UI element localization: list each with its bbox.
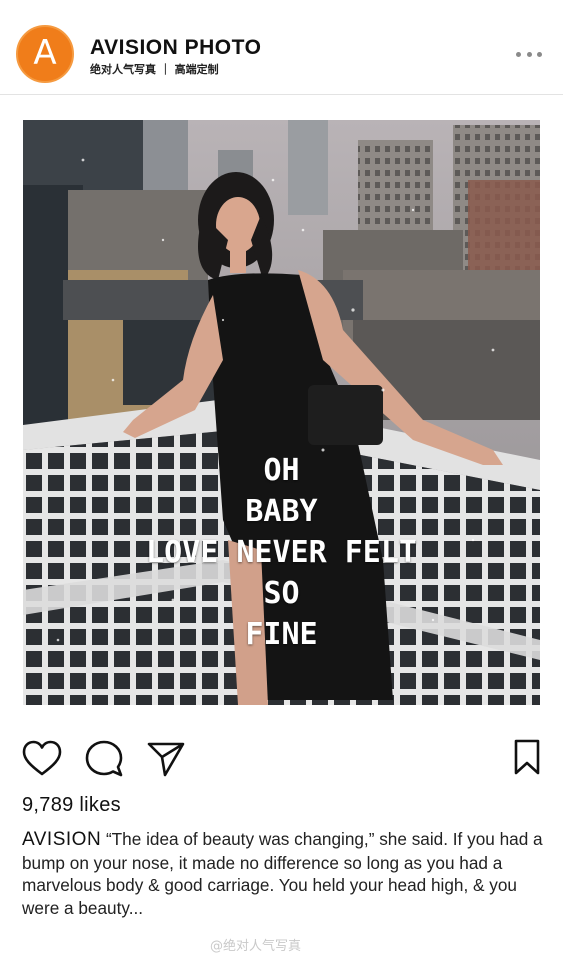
post-photo[interactable]: OH BABY LOVE NEVER FELT SO FINE: [23, 120, 540, 705]
account-name[interactable]: AVISION PHOTO: [90, 36, 261, 60]
overlay-line: BABY: [245, 494, 318, 529]
bookmark-icon[interactable]: [512, 739, 542, 775]
comment-bubble-icon[interactable]: [85, 740, 123, 778]
avatar-letter: A: [33, 33, 57, 73]
post-header: A AVISION PHOTO 绝对人气写真 ｜ 高端定制: [0, 0, 563, 95]
account-subtitle: 绝对人气写真 ｜ 高端定制: [90, 63, 219, 76]
likes-count[interactable]: 9,789 likes: [22, 794, 121, 817]
overlay-line: SO: [263, 576, 300, 611]
watermark: @绝对人气写真: [210, 939, 302, 954]
caption-text: “The idea of beauty was changing,” she s…: [22, 829, 543, 918]
overlay-line: FINE: [245, 617, 318, 652]
heart-icon[interactable]: [22, 740, 62, 778]
ellipsis-icon[interactable]: [516, 52, 542, 60]
photo-overlay-text: OH BABY LOVE NEVER FELT SO FINE: [23, 450, 540, 655]
paper-plane-icon[interactable]: [146, 740, 186, 778]
post-caption: AVISION “The idea of beauty was changing…: [22, 828, 547, 919]
avatar[interactable]: A: [16, 25, 74, 83]
overlay-line: OH: [263, 453, 300, 488]
caption-author[interactable]: AVISION: [22, 829, 101, 850]
overlay-line: LOVE NEVER FELT: [146, 535, 417, 570]
